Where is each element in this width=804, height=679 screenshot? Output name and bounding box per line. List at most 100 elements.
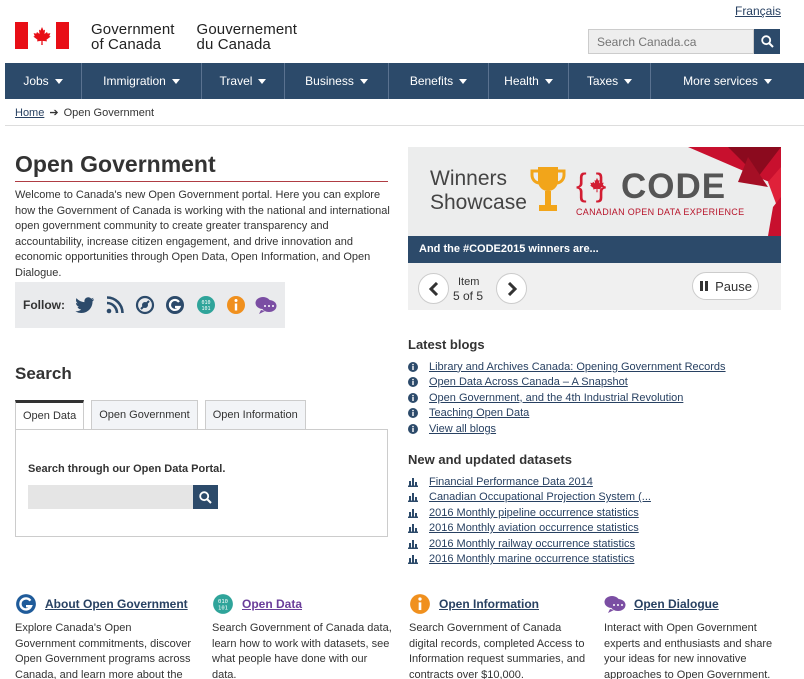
blog-link[interactable]: Open Data Across Canada – A Snapshot (429, 376, 628, 388)
site-search (588, 29, 780, 54)
menu-immigration[interactable]: Immigration (82, 63, 202, 99)
main-menu: Jobs Immigration Travel Business Benefit… (5, 63, 804, 99)
menu-taxes[interactable]: Taxes (569, 63, 651, 99)
list-item: 2016 Monthly pipeline occurrence statist… (408, 505, 651, 521)
bar-chart-icon (408, 523, 418, 534)
open-dialogue-link[interactable]: Open Dialogue (634, 597, 719, 611)
blog-link[interactable]: Library and Archives Canada: Opening Gov… (429, 361, 726, 373)
next-slide-button[interactable] (496, 273, 527, 304)
breadcrumb-divider (5, 125, 804, 126)
svg-text:010: 010 (218, 599, 228, 605)
tab-open-government[interactable]: Open Government (91, 400, 198, 430)
breadcrumb-home-link[interactable]: Home (15, 107, 44, 119)
carousel-item-counter: 5 of 5 (453, 289, 484, 303)
chevron-down-icon (359, 78, 368, 84)
page-title: Open Government (15, 151, 216, 177)
chevron-right-icon (507, 281, 517, 296)
svg-text:101: 101 (201, 306, 210, 312)
menu-travel[interactable]: Travel (202, 63, 285, 99)
view-all-blogs-link[interactable]: View all blogs (429, 423, 496, 435)
chevron-down-icon (763, 78, 772, 84)
dataset-link[interactable]: 2016 Monthly marine occurrence statistic… (429, 553, 634, 565)
dataset-link[interactable]: 2016 Monthly aviation occurrence statist… (429, 522, 639, 534)
bar-chart-icon (408, 554, 418, 565)
tab-open-information[interactable]: Open Information (204, 400, 306, 430)
menu-jobs[interactable]: Jobs (5, 63, 82, 99)
previous-slide-button[interactable] (418, 273, 449, 304)
rss-icon[interactable] (103, 293, 126, 317)
title-underline (15, 181, 388, 182)
open-information-icon (409, 593, 431, 615)
blog-link[interactable]: Teaching Open Data (429, 407, 529, 419)
blog-icon[interactable] (134, 293, 157, 317)
bar-chart-icon (408, 492, 418, 503)
svg-text:101: 101 (218, 606, 228, 612)
blog-link[interactable]: Open Government, and the 4th Industrial … (429, 392, 683, 404)
menu-more-services[interactable]: More services (651, 63, 804, 99)
feature-description: Interact with Open Government experts an… (604, 622, 773, 679)
feature-description: Search Government of Canada data, learn … (212, 622, 392, 679)
code-subtitle: CANADIAN OPEN DATA EXPERIENCE (576, 207, 745, 217)
slide-caption[interactable]: And the #CODE2015 winners are... (408, 236, 781, 263)
dataset-link[interactable]: Financial Performance Data 2014 (429, 476, 593, 488)
winners-showcase-slide[interactable]: Winners Showcase { } CODE CANADIAN OPEN … (408, 147, 781, 263)
brand-name-fr: Gouvernement du Canada (196, 21, 297, 53)
chevron-down-icon (54, 78, 63, 84)
language-toggle-link[interactable]: Français (735, 4, 781, 18)
chevron-down-icon (459, 78, 468, 84)
code-logo-text: CODE (621, 167, 727, 206)
arrow-right-icon: ➔ (49, 107, 59, 119)
intro-paragraph: Welcome to Canada's new Open Government … (15, 189, 390, 279)
open-data-link[interactable]: Open Data (242, 597, 302, 611)
bar-chart-icon (408, 508, 418, 518)
trophy-icon (530, 167, 566, 211)
search-tabs: Open Data Open Government Open Informati… (15, 400, 313, 430)
list-item: View all blogs (408, 421, 726, 437)
datasets-heading: New and updated datasets (408, 452, 572, 467)
list-item: 2016 Monthly aviation occurrence statist… (408, 521, 651, 537)
list-item: Teaching Open Data (408, 406, 726, 422)
list-item: 2016 Monthly railway occurrence statisti… (408, 536, 651, 552)
dataset-link[interactable]: 2016 Monthly pipeline occurrence statist… (429, 507, 639, 519)
open-information-link[interactable]: Open Information (439, 597, 539, 611)
open-dialogue-icon[interactable] (255, 293, 278, 317)
list-item: Library and Archives Canada: Opening Gov… (408, 359, 726, 375)
dataset-link[interactable]: 2016 Monthly railway occurrence statisti… (429, 538, 635, 550)
list-item: Canadian Occupational Projection System … (408, 490, 651, 506)
tab-open-data[interactable]: Open Data (15, 400, 85, 430)
search-icon (760, 35, 774, 48)
list-item: 2016 Monthly marine occurrence statistic… (408, 552, 651, 568)
open-data-icon: 010 101 (212, 593, 234, 615)
search-tab-panel: Search through our Open Data Portal. (15, 429, 388, 537)
chevron-down-icon (258, 78, 267, 84)
carousel-item-label: Item (458, 276, 480, 288)
dataset-link[interactable]: Canadian Occupational Projection System … (429, 491, 651, 503)
latest-blogs-heading: Latest blogs (408, 337, 485, 352)
info-icon (408, 392, 418, 403)
info-icon (408, 361, 418, 372)
feature-description: Search Government of Canada digital reco… (409, 622, 586, 679)
open-government-icon[interactable] (164, 293, 187, 317)
datasets-list: Financial Performance Data 2014 Canadian… (408, 474, 651, 567)
open-data-search-button[interactable] (193, 485, 218, 509)
bar-chart-icon (408, 477, 418, 487)
site-search-input[interactable] (588, 29, 754, 54)
chevron-down-icon (171, 78, 180, 84)
pause-button[interactable]: Pause (692, 272, 759, 300)
feature-about-open-government: About Open Government Explore Canada's O… (15, 593, 195, 679)
menu-health[interactable]: Health (489, 63, 569, 99)
canada-flag-icon (15, 22, 69, 49)
twitter-icon[interactable] (73, 293, 96, 317)
open-information-icon[interactable] (224, 293, 247, 317)
open-data-icon[interactable]: 010 101 (194, 293, 217, 317)
list-item: Financial Performance Data 2014 (408, 474, 651, 490)
government-of-canada-logo[interactable]: Government of Canada Gouvernement du Can… (15, 22, 297, 52)
feature-open-dialogue: Open Dialogue Interact with Open Governm… (604, 593, 784, 679)
menu-business[interactable]: Business (285, 63, 389, 99)
site-search-button[interactable] (754, 29, 780, 54)
chevron-left-icon (428, 281, 438, 296)
about-open-government-link[interactable]: About Open Government (45, 597, 188, 611)
feature-open-information: Open Information Search Government of Ca… (409, 593, 589, 679)
menu-benefits[interactable]: Benefits (389, 63, 489, 99)
open-data-search-input[interactable] (28, 485, 193, 509)
